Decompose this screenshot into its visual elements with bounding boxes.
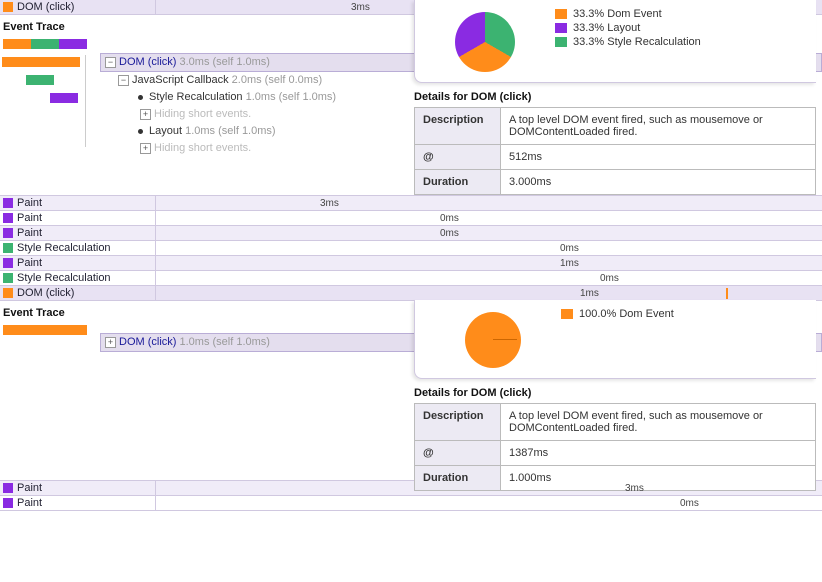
detail-title: Details for DOM (click)	[414, 83, 816, 107]
color-strip	[3, 39, 97, 49]
timeline-row[interactable]: Paint 0ms	[0, 226, 822, 241]
green-swatch-icon	[3, 273, 13, 283]
detail-table: DescriptionA top level DOM event fired, …	[414, 403, 816, 491]
pie-legend: 33.3% Dom Event 33.3% Layout 33.3% Style…	[555, 8, 701, 72]
row-ms: 0ms	[440, 226, 459, 241]
pie-chart-icon	[465, 312, 521, 368]
timeline-row[interactable]: Paint 0ms	[0, 496, 822, 511]
purple-swatch-icon	[3, 228, 13, 238]
row-ms: 3ms	[625, 481, 644, 496]
event-trace-title: Event Trace	[0, 15, 100, 37]
row-label-text: Paint	[17, 211, 42, 226]
section-3: Paint 3ms Paint 0ms	[0, 480, 822, 511]
purple-swatch-icon	[555, 23, 567, 33]
expand-icon[interactable]: +	[105, 337, 116, 348]
timeline-row[interactable]: Paint 3ms	[0, 196, 822, 211]
detail-title: Details for DOM (click)	[414, 379, 816, 403]
orange-swatch-icon	[561, 309, 573, 319]
event-trace-title: Event Trace	[0, 301, 100, 323]
orange-swatch-icon	[3, 288, 13, 298]
purple-swatch-icon	[3, 483, 13, 493]
timeline-row[interactable]: DOM (click) 1ms	[0, 286, 822, 301]
row-ms: 0ms	[560, 241, 579, 256]
timeline-row[interactable]: Style Recalculation 0ms	[0, 271, 822, 286]
mini-flame-bars	[0, 55, 86, 147]
row-label-text: Paint	[17, 226, 42, 241]
row-label-text: Style Recalculation	[17, 271, 111, 286]
detail-table: DescriptionA top level DOM event fired, …	[414, 107, 816, 195]
expand-icon[interactable]: +	[140, 109, 151, 120]
pie-legend: 100.0% Dom Event	[561, 308, 674, 368]
row-ms: 1ms	[580, 286, 599, 301]
purple-swatch-icon	[3, 498, 13, 508]
purple-swatch-icon	[3, 213, 13, 223]
color-strip	[3, 325, 97, 335]
green-swatch-icon	[3, 243, 13, 253]
orange-swatch-icon	[3, 2, 13, 12]
purple-swatch-icon	[3, 198, 13, 208]
collapse-icon[interactable]: −	[118, 75, 129, 86]
row-label-text: Paint	[17, 481, 42, 496]
bullet-icon	[138, 95, 143, 100]
row-ms: 0ms	[440, 211, 459, 226]
pie-chart-icon	[455, 12, 515, 72]
row-ms: 0ms	[680, 496, 699, 511]
green-swatch-icon	[555, 37, 567, 47]
row-label-text: DOM (click)	[17, 0, 74, 15]
section-2: Paint3msPaint0msPaint0msStyle Recalculat…	[0, 195, 822, 352]
row-ms: 0ms	[600, 271, 619, 286]
row-label-text: Paint	[17, 196, 42, 211]
timeline-row[interactable]: Paint 0ms	[0, 211, 822, 226]
row-ms: 3ms	[351, 0, 370, 15]
row-label-text: DOM (click)	[17, 286, 74, 301]
row-label-text: Paint	[17, 496, 42, 511]
section-1: DOM (click) 3ms Event Trace − DOM (click…	[0, 0, 822, 157]
collapse-icon[interactable]: −	[105, 57, 116, 68]
detail-panel: 100.0% Dom Event Details for DOM (click)…	[414, 300, 816, 491]
detail-panel: 33.3% Dom Event 33.3% Layout 33.3% Style…	[414, 0, 816, 195]
purple-swatch-icon	[3, 258, 13, 268]
timeline-row[interactable]: Paint 1ms	[0, 256, 822, 271]
row-label-text: Paint	[17, 256, 42, 271]
row-ms: 1ms	[560, 256, 579, 271]
timeline-row[interactable]: Style Recalculation 0ms	[0, 241, 822, 256]
expand-icon[interactable]: +	[140, 143, 151, 154]
bullet-icon	[138, 129, 143, 134]
row-ms: 3ms	[320, 196, 339, 211]
pie-chart-area: 33.3% Dom Event 33.3% Layout 33.3% Style…	[414, 0, 816, 83]
timeline-row[interactable]: Paint 3ms	[0, 481, 822, 496]
row-label-text: Style Recalculation	[17, 241, 111, 256]
orange-swatch-icon	[555, 9, 567, 19]
pie-chart-area: 100.0% Dom Event	[414, 300, 816, 379]
